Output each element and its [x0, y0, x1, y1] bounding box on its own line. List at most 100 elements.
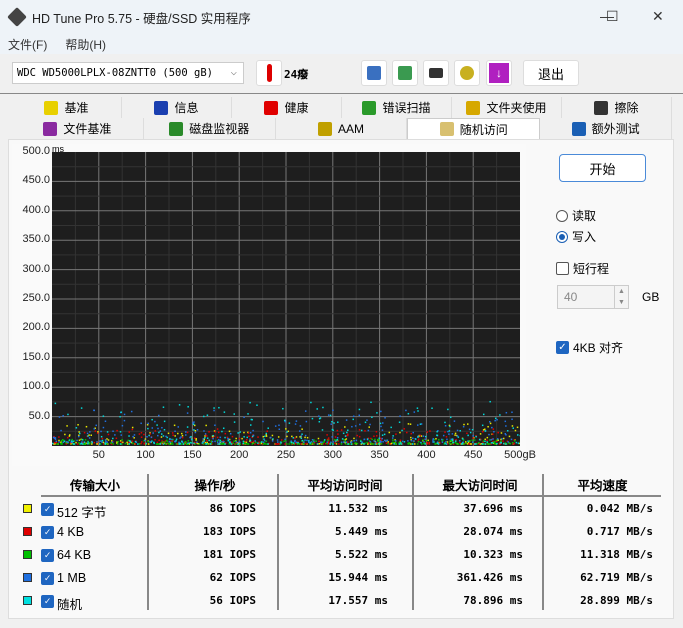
- window-title: HD Tune Pro 5.75 - 硬盘/SSD 实用程序: [32, 11, 251, 26]
- data-point: [278, 424, 280, 427]
- checkbox-short-stroke[interactable]: [556, 262, 569, 275]
- short-stroke-checkbox[interactable]: 短行程: [556, 260, 609, 277]
- copy-all-button[interactable]: [392, 60, 418, 86]
- data-point: [214, 430, 217, 433]
- series-checkbox[interactable]: ✓: [41, 572, 54, 585]
- data-point: [93, 428, 95, 430]
- data-point: [175, 438, 178, 440]
- data-point: [295, 420, 298, 422]
- data-point: [378, 437, 381, 440]
- temperature-button[interactable]: [256, 60, 282, 86]
- tab-label: AAM: [337, 121, 364, 136]
- data-point: [412, 431, 414, 434]
- data-point: [472, 435, 474, 437]
- transfer-size: 64 KB: [57, 548, 92, 562]
- data-point: [72, 440, 75, 443]
- data-point: [52, 436, 55, 439]
- data-point: [467, 423, 469, 425]
- tab-monitor-chart[interactable]: 磁盘监视器: [143, 118, 276, 139]
- close-button[interactable]: ✕: [652, 8, 664, 25]
- radio-write[interactable]: [556, 230, 568, 243]
- read-label: 读取: [572, 209, 597, 223]
- data-point: [406, 431, 408, 434]
- data-point: [366, 441, 368, 444]
- data-point: [284, 438, 286, 441]
- radio-read[interactable]: [556, 209, 568, 222]
- data-point: [78, 435, 80, 438]
- data-point: [499, 442, 502, 444]
- data-point: [505, 411, 508, 414]
- data-point: [222, 427, 225, 429]
- data-point: [387, 441, 389, 443]
- data-point: [291, 435, 293, 438]
- tab-magnifier[interactable]: 错误扫描: [342, 97, 452, 118]
- series-checkbox[interactable]: ✓: [41, 549, 54, 562]
- data-point: [152, 432, 154, 434]
- checkbox-align[interactable]: ✓: [556, 341, 569, 354]
- data-point: [277, 443, 280, 445]
- data-point: [294, 437, 296, 439]
- tab-trash[interactable]: 擦除: [562, 97, 672, 118]
- x-tick-label: 50: [92, 449, 105, 461]
- tab-random-access[interactable]: 随机访问: [407, 118, 541, 139]
- data-point: [292, 442, 295, 444]
- data-point: [319, 443, 321, 445]
- read-radio[interactable]: 读取: [556, 207, 596, 224]
- screenshot-button[interactable]: [423, 60, 449, 86]
- save-button[interactable]: ↓: [486, 60, 512, 86]
- data-point: [123, 413, 126, 416]
- data-point: [85, 425, 88, 428]
- data-point: [294, 423, 297, 425]
- menu-file[interactable]: 文件(F): [8, 36, 47, 53]
- data-point: [340, 429, 343, 431]
- data-point: [147, 443, 150, 445]
- tab-health-cross[interactable]: 健康: [232, 97, 342, 118]
- data-point: [133, 434, 136, 436]
- data-point: [419, 434, 421, 437]
- tab-extra-tests[interactable]: 额外测试: [540, 118, 672, 139]
- tab-speaker[interactable]: AAM: [275, 118, 408, 139]
- data-point: [311, 417, 314, 420]
- data-point: [120, 441, 123, 444]
- data-point: [54, 438, 57, 440]
- data-point: [213, 409, 215, 412]
- data-point: [66, 441, 68, 443]
- data-point: [409, 423, 412, 425]
- data-point: [494, 419, 496, 422]
- options-button[interactable]: [454, 60, 480, 86]
- series-checkbox[interactable]: ✓: [41, 595, 54, 608]
- exit-button[interactable]: 退出: [523, 60, 579, 86]
- data-point: [198, 443, 201, 445]
- data-point: [332, 409, 334, 412]
- tab-exclamation[interactable]: 基准: [12, 97, 122, 118]
- data-point: [106, 431, 109, 433]
- data-point: [420, 441, 422, 444]
- data-point: [265, 443, 267, 445]
- data-point: [157, 427, 159, 430]
- series-checkbox[interactable]: ✓: [41, 503, 54, 516]
- drive-select[interactable]: WDC WD5000LPLX-08ZNTT0 (500 gB) ⌵: [12, 62, 244, 84]
- copy-info-button[interactable]: [361, 60, 387, 86]
- tab-file-benchmark[interactable]: 文件基准: [12, 118, 144, 139]
- data-point: [206, 414, 209, 416]
- data-point: [149, 433, 151, 435]
- tab-info[interactable]: 信息: [122, 97, 232, 118]
- menu-help[interactable]: 帮助(H): [65, 36, 106, 53]
- data-point: [53, 442, 56, 444]
- data-point: [414, 443, 416, 445]
- maximize-button[interactable]: ☐: [606, 8, 619, 25]
- data-point: [421, 443, 423, 445]
- align-4kb-checkbox[interactable]: ✓ 4KB 对齐: [556, 339, 623, 356]
- series-checkbox[interactable]: ✓: [41, 526, 54, 539]
- start-button[interactable]: 开始: [559, 154, 646, 182]
- data-point: [81, 439, 84, 441]
- data-point: [195, 439, 197, 441]
- tab-folder[interactable]: 文件夹使用: [452, 97, 562, 118]
- stepper-arrows-icon[interactable]: ▲ ▼: [614, 286, 628, 308]
- short-stroke-stepper[interactable]: 40 ▲ ▼: [557, 285, 629, 309]
- data-point: [313, 440, 315, 443]
- write-radio[interactable]: 写入: [556, 228, 596, 245]
- data-point: [96, 432, 99, 434]
- data-point: [277, 441, 279, 443]
- data-point: [332, 441, 335, 443]
